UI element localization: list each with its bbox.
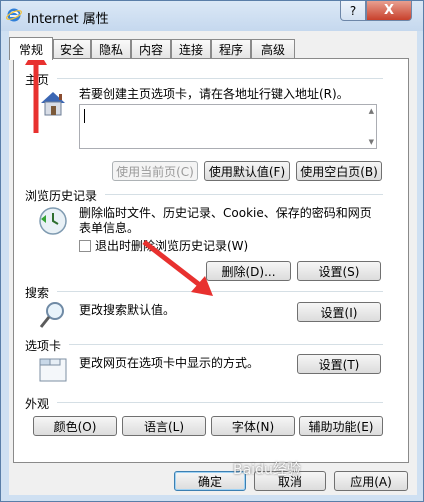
internet-options-window: Internet 属性 ? X 常规 安全 隐私 内容 连接 程序 高级 主页 … <box>0 0 424 502</box>
text-caret <box>84 109 85 123</box>
appearance-divider <box>57 402 383 403</box>
tabbed-window-icon <box>39 358 67 382</box>
homepage-description: 若要创建主页选项卡，请在各地址行键入地址(R)。 <box>79 87 349 101</box>
delete-history-button[interactable]: 删除(D)... <box>206 261 291 281</box>
search-divider <box>57 291 383 292</box>
tab-privacy[interactable]: 隐私 <box>91 39 131 59</box>
search-magnifier-icon <box>39 302 64 328</box>
scroll-down-arrow-icon[interactable]: ▼ <box>369 138 374 146</box>
annotation-arrow-diagonal <box>142 240 213 296</box>
tabs-settings-button[interactable]: 设置(T) <box>297 354 381 374</box>
internet-explorer-icon <box>6 8 22 22</box>
help-button[interactable]: ? <box>340 1 366 21</box>
languages-button[interactable]: 语言(L) <box>122 416 206 436</box>
delete-on-exit-checkbox[interactable] <box>79 240 91 252</box>
window-title: Internet 属性 <box>27 12 109 27</box>
tab-security[interactable]: 安全 <box>53 39 91 59</box>
appearance-section-title: 外观 <box>25 397 50 411</box>
history-description-line1: 删除临时文件、历史记录、Cookie、保存的密码和网页 <box>79 206 372 220</box>
annotation-arrow-up <box>25 47 47 133</box>
tab-general[interactable]: 常规 <box>9 37 53 60</box>
tab-connections[interactable]: 连接 <box>171 39 211 59</box>
homepage-divider <box>57 78 383 79</box>
tabs-description: 更改网页在选项卡中显示的方式。 <box>79 356 260 370</box>
use-current-button[interactable]: 使用当前页(C) <box>112 161 198 181</box>
accessibility-button[interactable]: 辅助功能(E) <box>299 416 383 436</box>
history-settings-button[interactable]: 设置(S) <box>297 261 381 281</box>
title-bar[interactable]: Internet 属性 ? X <box>1 1 423 31</box>
use-blank-button[interactable]: 使用空白页(B) <box>296 161 382 181</box>
history-section-title: 浏览历史记录 <box>25 189 98 203</box>
tab-advanced[interactable]: 高级 <box>251 39 295 59</box>
apply-button[interactable]: 应用(A) <box>334 471 408 491</box>
tab-content[interactable]: 内容 <box>131 39 171 59</box>
scroll-up-arrow-icon[interactable]: ▲ <box>369 107 374 115</box>
history-divider <box>105 194 383 195</box>
colors-button[interactable]: 颜色(O) <box>33 416 117 436</box>
tab-programs[interactable]: 程序 <box>211 39 251 59</box>
homepage-address-input[interactable]: ▲ ▼ <box>79 104 377 149</box>
fonts-button[interactable]: 字体(N) <box>211 416 295 436</box>
search-settings-button[interactable]: 设置(I) <box>297 302 381 322</box>
tabs-divider <box>69 344 383 345</box>
tabs-section-title: 选项卡 <box>25 339 62 353</box>
history-clock-icon <box>39 207 67 235</box>
history-description-line2: 表单信息。 <box>79 221 140 235</box>
search-description: 更改搜索默认值。 <box>79 303 176 317</box>
baidu-watermark: Baidu经验 <box>233 462 301 478</box>
close-button[interactable]: X <box>366 1 412 21</box>
use-default-button[interactable]: 使用默认值(F) <box>204 161 290 181</box>
